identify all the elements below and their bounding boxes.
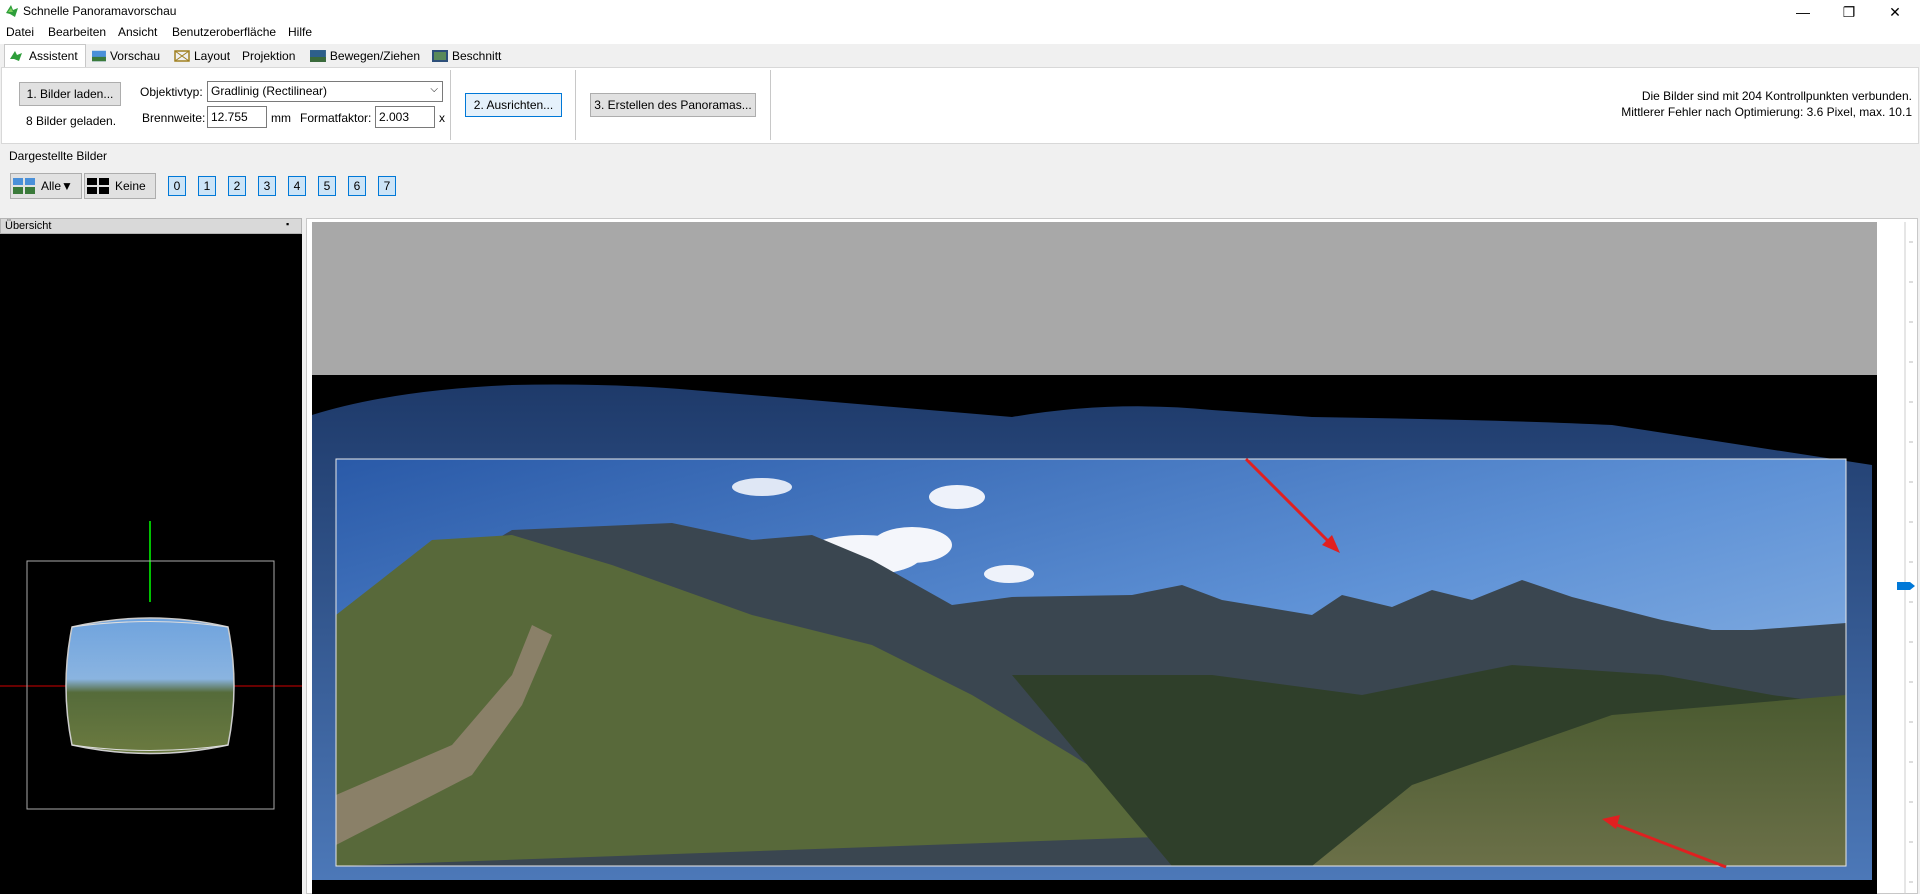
focal-length-unit: mm — [271, 111, 291, 125]
image-toggle-0[interactable]: 0 — [168, 176, 186, 196]
status-optimization-error: Mittlerer Fehler nach Optimierung: 3.6 P… — [1621, 105, 1912, 119]
overview-title: Übersicht — [5, 220, 52, 232]
no-images-icon — [87, 178, 109, 194]
lens-type-value: Gradlinig (Rectilinear) — [211, 84, 328, 98]
load-images-button[interactable]: 1. Bilder laden... — [19, 82, 121, 106]
tab-bewegen-ziehen[interactable]: Bewegen/Ziehen — [306, 46, 424, 66]
panorama-canvas[interactable] — [312, 375, 1877, 894]
crop-factor-input[interactable] — [375, 106, 435, 128]
tab-layout[interactable]: Layout — [170, 46, 236, 66]
overview-sphere — [65, 617, 235, 755]
menu-datei[interactable]: Datei — [6, 25, 34, 39]
layout-icon — [174, 50, 190, 62]
create-panorama-button[interactable]: 3. Erstellen des Panoramas... — [590, 93, 756, 117]
close-icon: ✕ — [1889, 3, 1901, 20]
image-toggle-5[interactable]: 5 — [318, 176, 336, 196]
crop-factor-unit: x — [439, 111, 445, 125]
show-none-label: Keine — [115, 179, 146, 193]
all-images-icon — [13, 178, 35, 194]
focal-length-label: Brennweite: — [142, 111, 206, 125]
image-toggle-2[interactable]: 2 — [228, 176, 246, 196]
menu-hilfe[interactable]: Hilfe — [288, 25, 312, 39]
show-none-button[interactable]: Keine — [84, 173, 156, 199]
wizard-icon — [10, 51, 22, 61]
image-toggle-7[interactable]: 7 — [378, 176, 396, 196]
cloud — [732, 478, 792, 496]
slider-thumb[interactable] — [1897, 582, 1915, 590]
align-button[interactable]: 2. Ausrichten... — [465, 93, 562, 117]
maximize-icon: ❐ — [1842, 3, 1856, 20]
maximize-button[interactable]: ❐ — [1826, 0, 1872, 24]
overview-canvas[interactable] — [0, 234, 302, 894]
vertical-slider[interactable] — [1895, 222, 1915, 894]
displayed-images-label: Dargestellte Bilder — [9, 149, 108, 163]
chevron-down-icon: ⌵ — [430, 84, 438, 95]
cloud — [929, 485, 985, 509]
separator — [770, 70, 771, 140]
pin-icon[interactable]: ▪ — [286, 219, 289, 229]
loaded-status: 8 Bilder geladen. — [26, 114, 117, 128]
tab-projektion-label: Projektion — [242, 49, 296, 63]
tab-assistent[interactable]: Assistent — [4, 44, 86, 67]
crop-icon — [432, 50, 448, 62]
overview-header: Übersicht — [0, 218, 302, 234]
image-toggle-6[interactable]: 6 — [348, 176, 366, 196]
menu-benutzeroberflaeche[interactable]: Benutzeroberfläche — [172, 25, 276, 39]
tab-vorschau-label: Vorschau — [109, 49, 160, 63]
title-bar — [0, 0, 1920, 24]
tab-assistent-label: Assistent — [29, 49, 78, 63]
menu-bearbeiten[interactable]: Bearbeiten — [48, 25, 106, 39]
move-icon — [310, 50, 326, 62]
focal-length-input[interactable] — [207, 106, 267, 128]
minimize-button[interactable]: — — [1780, 0, 1826, 24]
separator — [575, 70, 576, 140]
tab-vorschau[interactable]: Vorschau — [88, 46, 164, 66]
status-control-points: Die Bilder sind mit 204 Kontrollpunkten … — [1641, 89, 1912, 103]
lens-type-label: Objektivtyp: — [140, 85, 203, 99]
tab-layout-label: Layout — [194, 49, 231, 63]
preview-icon — [92, 50, 106, 62]
show-all-label: Alle▼ — [41, 179, 73, 193]
tab-beschnitt[interactable]: Beschnitt — [428, 46, 508, 66]
tab-bewegen-ziehen-label: Bewegen/Ziehen — [329, 49, 420, 63]
lens-type-select[interactable]: Gradlinig (Rectilinear) ⌵ — [207, 81, 443, 102]
window-title: Schnelle Panoramavorschau — [23, 4, 177, 18]
separator — [450, 70, 451, 140]
image-toggle-1[interactable]: 1 — [198, 176, 216, 196]
close-button[interactable]: ✕ — [1872, 0, 1918, 24]
preview-empty-area — [312, 222, 1877, 375]
show-all-button[interactable]: Alle▼ — [10, 173, 82, 199]
app-icon — [6, 5, 18, 17]
crop-factor-label: Formatfaktor: — [300, 111, 372, 125]
cloud — [984, 565, 1034, 583]
image-toggle-3[interactable]: 3 — [258, 176, 276, 196]
tab-projektion[interactable]: Projektion — [238, 46, 302, 66]
tab-beschnitt-label: Beschnitt — [452, 49, 502, 63]
cloud — [872, 527, 952, 563]
minimize-icon: — — [1796, 4, 1810, 20]
menu-ansicht[interactable]: Ansicht — [118, 25, 157, 39]
image-toggle-4[interactable]: 4 — [288, 176, 306, 196]
